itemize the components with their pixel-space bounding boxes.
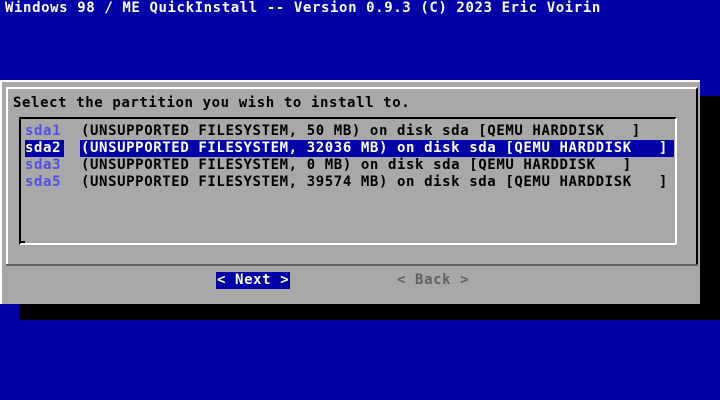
partition-name: sda3	[25, 157, 62, 173]
partition-description: (UNSUPPORTED FILESYSTEM, 0 MB) on disk s…	[81, 157, 632, 173]
partition-dialog: Select the partition you wish to install…	[0, 80, 700, 304]
partition-item-sda5[interactable]: sda5 (UNSUPPORTED FILESYSTEM, 39574 MB) …	[25, 174, 667, 191]
button-separator	[6, 264, 698, 266]
back-button[interactable]: < Back >	[397, 272, 469, 289]
partition-description: (UNSUPPORTED FILESYSTEM, 39574 MB) on di…	[81, 174, 668, 190]
next-button[interactable]: < Next >	[216, 272, 291, 289]
partition-name: sda5	[25, 174, 62, 190]
partition-item-sda1[interactable]: sda1 (UNSUPPORTED FILESYSTEM, 50 MB) on …	[25, 123, 640, 140]
partition-list[interactable]: sda1 (UNSUPPORTED FILESYSTEM, 50 MB) on …	[19, 117, 677, 245]
partition-name: sda1	[25, 123, 62, 139]
window-title: Windows 98 / ME QuickInstall -- Version …	[5, 0, 601, 16]
partition-item-sda3[interactable]: sda3 (UNSUPPORTED FILESYSTEM, 0 MB) on d…	[25, 157, 631, 174]
partition-name: sda2	[25, 140, 64, 157]
listbox-corner	[19, 231, 25, 243]
dialog-prompt: Select the partition you wish to install…	[13, 95, 411, 111]
partition-description: (UNSUPPORTED FILESYSTEM, 32036 MB) on di…	[80, 140, 674, 157]
partition-description: (UNSUPPORTED FILESYSTEM, 50 MB) on disk …	[81, 123, 641, 139]
partition-item-sda2[interactable]: sda2 (UNSUPPORTED FILESYSTEM, 32036 MB) …	[25, 140, 674, 157]
